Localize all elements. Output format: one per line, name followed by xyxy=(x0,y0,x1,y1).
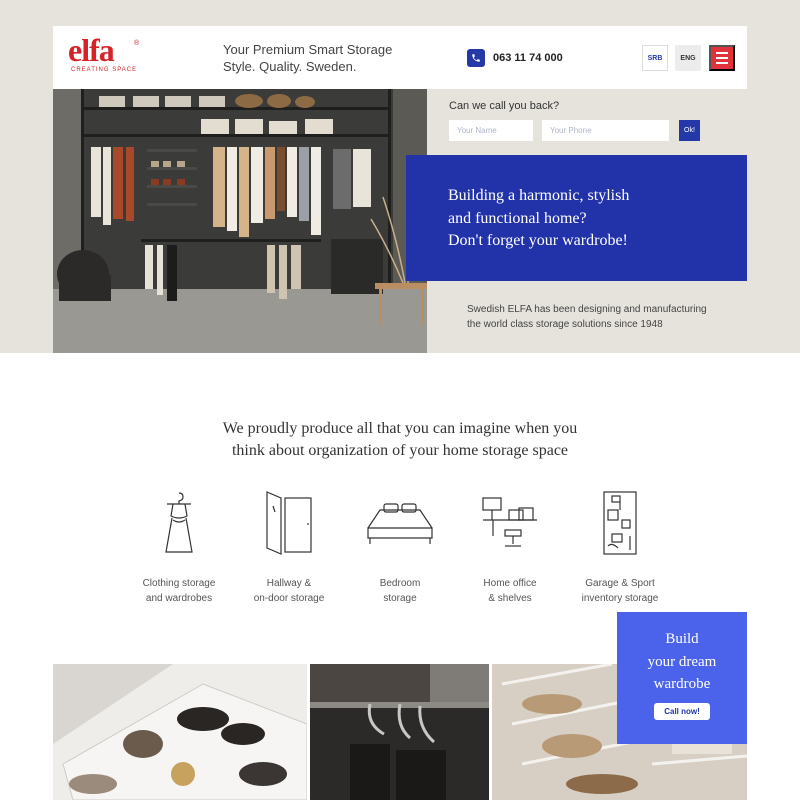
cta-box: Build your dream wardrobe Call now! xyxy=(617,612,747,744)
call-now-button[interactable]: Call now! xyxy=(654,702,710,720)
phone-icon xyxy=(467,49,485,67)
intro-text: Swedish ELFA has been designing and manu… xyxy=(467,304,707,330)
door-icon xyxy=(266,491,312,555)
callback-title: Can we call you back? xyxy=(449,100,560,112)
callback-phone-input[interactable] xyxy=(542,120,669,141)
phone-link[interactable]: 063 11 74 000 xyxy=(467,49,563,67)
shelving-icon xyxy=(603,491,637,555)
hero-headline-box: Building a harmonic, stylish and functio… xyxy=(406,155,747,281)
callback-name-input[interactable] xyxy=(449,120,533,141)
photo-drawer-accessories xyxy=(53,664,307,800)
elfa-logo[interactable]: elfa ® CREATING SPACE xyxy=(68,32,148,78)
category-clothing[interactable]: Clothing storage and wardrobes xyxy=(119,490,239,606)
photo-hangers xyxy=(310,664,489,800)
category-garage-sport[interactable]: Garage & Sport inventory storage xyxy=(560,490,680,606)
hero-wardrobe-image xyxy=(53,89,427,353)
callback-ok-button[interactable]: Ok! xyxy=(679,120,700,141)
phone-number: 063 11 74 000 xyxy=(493,52,563,64)
section-title: We proudly produce all that you can imag… xyxy=(222,420,578,459)
desk-icon xyxy=(482,497,537,547)
category-hallway[interactable]: Hallway & on-door storage xyxy=(229,490,349,606)
lang-eng-button[interactable]: ENG xyxy=(675,45,701,71)
hamburger-icon[interactable] xyxy=(709,45,735,71)
category-bedroom[interactable]: Bedroom storage xyxy=(340,490,460,606)
header-tagline: Your Premium Smart Storage Style. Qualit… xyxy=(223,42,393,74)
lang-srb-button[interactable]: SRB xyxy=(642,45,668,71)
category-home-office[interactable]: Home office & shelves xyxy=(450,490,570,606)
dress-hanger-icon xyxy=(165,492,193,553)
site-header: elfa ® CREATING SPACE Your Premium Smart… xyxy=(53,26,747,89)
bed-icon xyxy=(367,503,433,544)
